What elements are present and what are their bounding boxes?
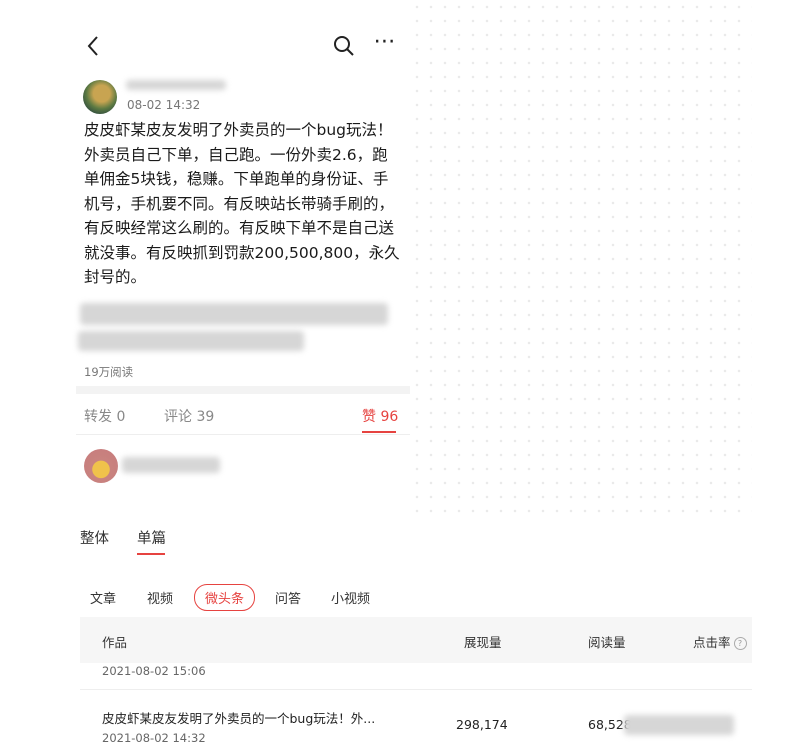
top-bar: ⋯ (76, 28, 410, 64)
search-icon[interactable] (332, 34, 356, 58)
divider (76, 386, 410, 394)
table-header: 作品 展现量 阅读量 点击率? (80, 617, 752, 663)
dotted-background (410, 0, 752, 520)
header-impressions[interactable]: 展现量 (464, 632, 502, 651)
tab-single[interactable]: 单篇 (137, 527, 166, 548)
redacted-block (78, 331, 304, 351)
partial-row-date: 2021-08-02 15:06 (102, 664, 206, 678)
avatar[interactable] (84, 449, 118, 483)
question-circle-icon[interactable]: ? (733, 637, 747, 650)
active-tab-underline (362, 431, 396, 433)
tab-overall[interactable]: 整体 (80, 527, 109, 548)
repost-tab[interactable]: 转发 0 (84, 406, 125, 426)
like-tab[interactable]: 赞 96 (362, 406, 398, 426)
row-date: 2021-08-02 14:32 (102, 731, 206, 745)
post-actions: 转发 0 评论 39 赞 96 (76, 394, 410, 435)
post-time: 08-02 14:32 (127, 98, 201, 112)
redacted-block (624, 715, 734, 735)
redacted-block (80, 303, 388, 325)
category-short-video[interactable]: 小视频 (331, 588, 370, 607)
commenter-name-redacted (122, 457, 220, 473)
username-redacted (126, 80, 226, 90)
post-content: 皮皮虾某皮友发明了外卖员的一个bug玩法！外卖员自己下单，自己跑。一份外卖2.6… (84, 121, 400, 286)
row-impressions: 298,174 (456, 717, 508, 732)
header-work: 作品 (102, 635, 128, 650)
row-title[interactable]: 皮皮虾某皮友发明了外卖员的一个bug玩法！外... (102, 708, 375, 727)
more-icon[interactable]: ⋯ (372, 31, 398, 60)
header-ctr[interactable]: 点击率? (693, 632, 747, 651)
category-article[interactable]: 文章 (90, 588, 116, 607)
comment-tab[interactable]: 评论 39 (164, 406, 214, 426)
category-video[interactable]: 视频 (147, 588, 173, 607)
read-count: 19万阅读 (84, 365, 134, 379)
avatar[interactable] (83, 80, 117, 114)
category-qa[interactable]: 问答 (275, 588, 301, 607)
category-micro-post[interactable]: 微头条 (194, 584, 256, 611)
header-ctr-label: 点击率 (693, 635, 731, 650)
active-tab-underline (137, 553, 165, 555)
row-divider (80, 689, 752, 690)
post-card: ⋯ 08-02 14:32 皮皮虾某皮友发明了外卖员的一个bug玩法！外卖员自己… (76, 0, 410, 520)
header-reads[interactable]: 阅读量 (588, 632, 626, 651)
back-arrow-icon[interactable] (82, 32, 106, 60)
